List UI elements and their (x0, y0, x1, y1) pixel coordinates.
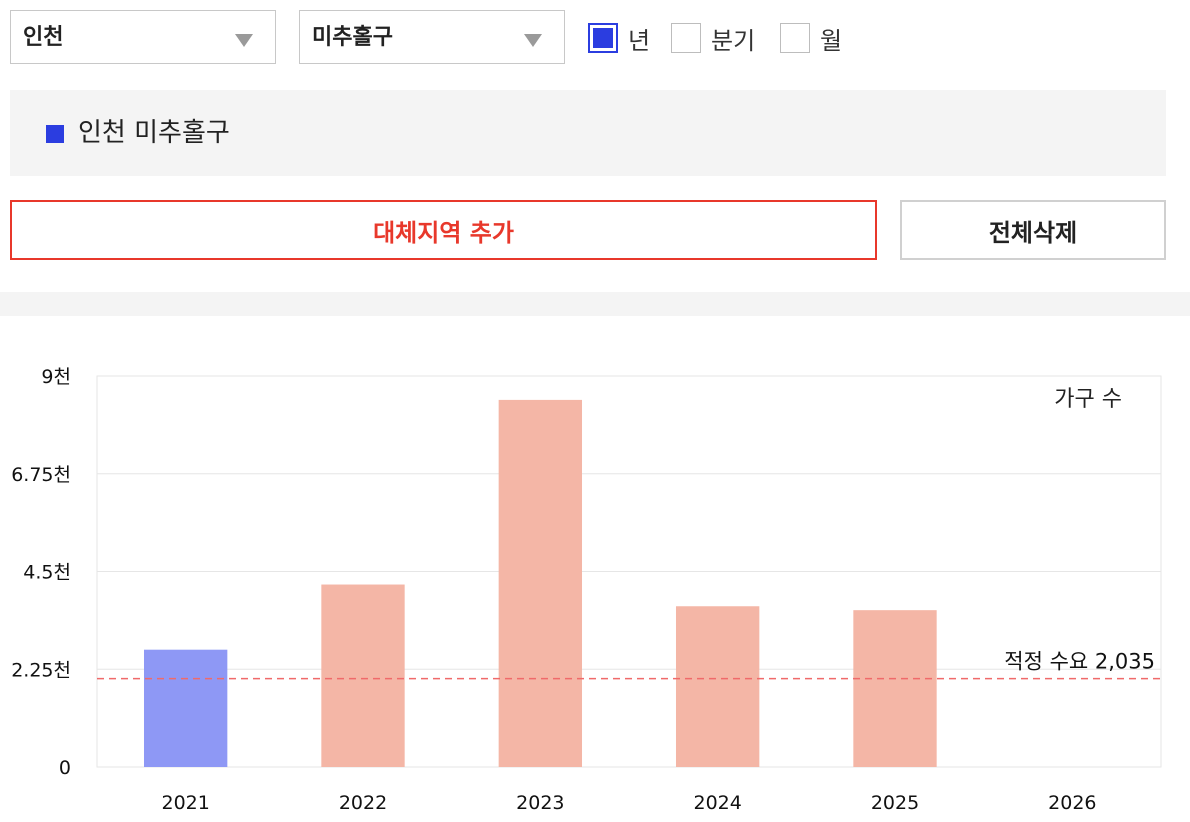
y-tick-label: 4.5천 (23, 562, 71, 584)
year-label: 년 (628, 26, 651, 55)
grid-lines (96, 375, 1162, 768)
y-tick-label: 6.75천 (11, 464, 71, 486)
month-label: 월 (820, 26, 843, 55)
legend-label: 인천 미추홀구 (78, 118, 230, 148)
y-axis-label: 가구 수 (1054, 387, 1122, 412)
bar-2021 (143, 649, 228, 767)
district-select-value: 미추홀구 (312, 25, 393, 50)
x-tick-label: 2024 (693, 792, 741, 814)
y-tick-label: 2.25천 (11, 659, 71, 681)
quarter-label: 분기 (711, 26, 756, 55)
section-divider (0, 292, 1190, 316)
district-select[interactable]: 미추홀구 (299, 10, 565, 64)
period-quarter-option[interactable]: 분기 (671, 22, 756, 55)
bar-2024 (675, 606, 760, 767)
period-month-option[interactable]: 월 (780, 22, 843, 55)
year-checkbox[interactable] (588, 23, 618, 53)
checkbox-fill (593, 28, 613, 48)
bar-2025 (853, 610, 937, 767)
bars (143, 399, 937, 767)
x-tick-label: 2025 (871, 792, 919, 814)
household-bar-chart: 0 2.25천 4.5천 6.75천 9천 2021 2022 2023 2024 2025 202… (11, 366, 1162, 814)
x-tick-label: 2026 (1048, 792, 1096, 814)
bar-2022 (321, 584, 405, 767)
bar-2023 (498, 399, 583, 767)
delete-all-button[interactable]: 전체삭제 (900, 200, 1166, 260)
add-region-button[interactable]: 대체지역 추가 (10, 200, 877, 260)
x-tick-label: 2023 (516, 792, 564, 814)
chevron-down-icon (524, 34, 542, 47)
period-year-option[interactable]: 년 (588, 22, 651, 55)
y-tick-label: 0 (59, 757, 71, 779)
x-tick-label: 2022 (339, 792, 387, 814)
month-checkbox[interactable] (780, 23, 810, 53)
reference-line-label: 적정 수요 2,035 (1004, 650, 1155, 674)
legend-color-swatch (46, 125, 64, 143)
legend-panel: 인천 미추홀구 (10, 90, 1166, 176)
region-select[interactable]: 인천 (10, 10, 276, 64)
region-select-value: 인천 (23, 25, 64, 50)
x-tick-label: 2021 (161, 792, 209, 814)
y-tick-label: 9천 (41, 366, 71, 388)
quarter-checkbox[interactable] (671, 23, 701, 53)
chevron-down-icon (235, 34, 253, 47)
